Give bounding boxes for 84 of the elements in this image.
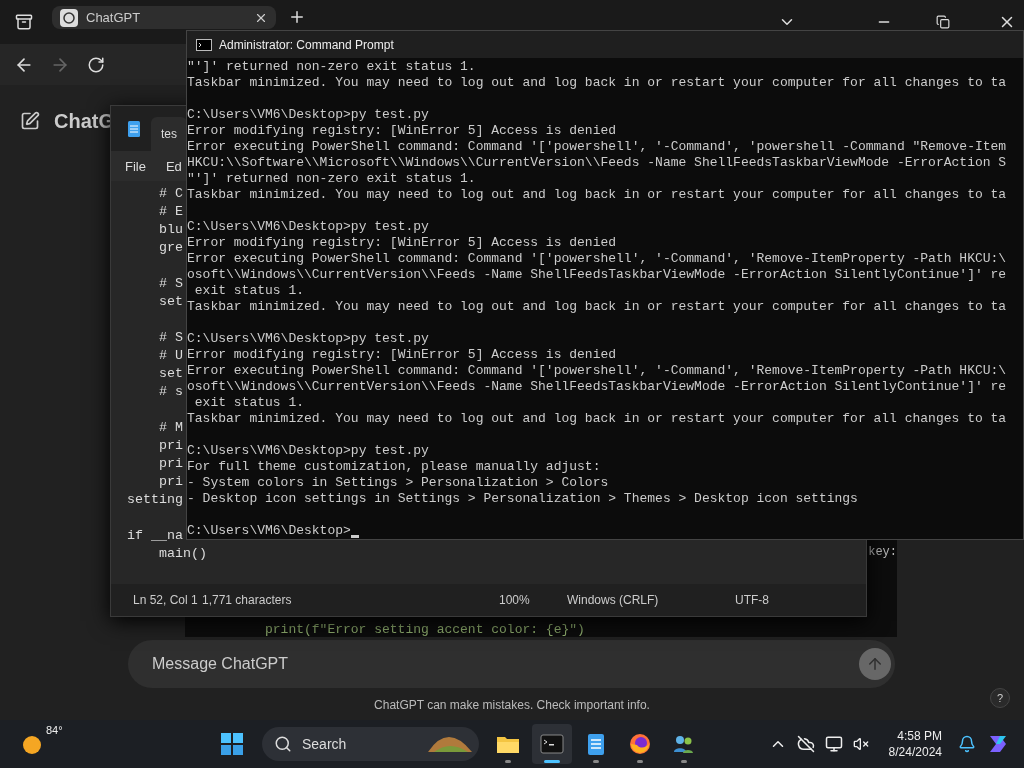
status-text: Windows (CRLF) xyxy=(567,593,659,607)
console-line: "']' returned non-zero exit status 1. xyxy=(187,171,477,187)
code-line: set xyxy=(158,293,183,311)
code-line: key: xyxy=(868,544,897,560)
code-line: set xyxy=(158,365,183,383)
new-chat-icon[interactable] xyxy=(20,111,40,131)
search-bar[interactable]: Search xyxy=(262,727,479,761)
menu-item[interactable]: File xyxy=(125,158,146,174)
text-cursor xyxy=(350,535,359,538)
restore-icon[interactable] xyxy=(936,15,950,29)
code-line: # S xyxy=(158,329,183,347)
code-line: setting xyxy=(127,491,183,509)
hill-icon xyxy=(428,736,472,752)
status-text: UTF-8 xyxy=(735,593,769,607)
monitor-icon[interactable] xyxy=(824,735,843,753)
search-field[interactable]: Search xyxy=(300,735,420,753)
cloud-off-icon[interactable] xyxy=(796,735,815,753)
notepad-icon xyxy=(586,732,606,756)
console-line: Taskbar minimized. You may need to log out and log back in or restart your computer for all changes to ta xyxy=(187,299,1008,315)
console-line: osoft\\Windows\\CurrentVersion\\Feeds -Name ShellFeedsTaskbarViewMode -ErrorAction SilentlyContinue']' re xyxy=(187,379,1008,395)
status-text: 1,771 characters xyxy=(202,593,292,607)
code-line: # C xyxy=(158,185,183,203)
console-line: exit status 1. xyxy=(193,395,306,411)
console-line: Error modifying registry: [WinError 5] Access is denied xyxy=(187,235,618,251)
message-field[interactable]: Message ChatGPT xyxy=(150,654,859,674)
mute-icon[interactable] xyxy=(852,736,869,752)
folder-icon xyxy=(496,734,520,754)
console-line: C:\Users\VM6\Desktop>py test.py xyxy=(187,331,430,347)
console-line: exit status 1. xyxy=(193,283,306,299)
fox-globe-icon xyxy=(628,732,652,756)
terminal-icon xyxy=(540,734,564,754)
code-line: print(f"Error setting accent color: {e}") xyxy=(265,622,586,637)
windows-logo-icon xyxy=(221,733,243,755)
notepad-icon xyxy=(127,119,141,138)
menu-item[interactable]: Ed xyxy=(165,158,182,174)
status-text: Ln 52, Col 1 xyxy=(133,593,198,607)
code-line: if __na xyxy=(127,527,183,545)
console-line: osoft\\Windows\\CurrentVersion\\Feeds -Name ShellFeedsTaskbarViewMode -ErrorAction SilentlyContinue']' re xyxy=(187,267,1008,283)
code-line: # U xyxy=(158,347,183,365)
temperature-text: 84° xyxy=(46,724,63,736)
console-line: Taskbar minimized. You may need to log out and log back in or restart your computer for all changes to ta xyxy=(187,411,1008,427)
console-line: Error modifying registry: [WinError 5] Access is denied xyxy=(187,347,618,363)
code-line: main() xyxy=(158,545,207,563)
clock[interactable]: 4:58 PM 8/24/2024 xyxy=(888,728,942,760)
console-line: - System colors in Settings > Personalization > Colors xyxy=(187,475,610,491)
code-line: pri xyxy=(158,473,183,491)
reload-icon xyxy=(87,55,105,74)
console-line: C:\Users\VM6\Desktop>py test.py xyxy=(187,107,430,123)
file-tab[interactable]: tes xyxy=(151,117,187,151)
code-line: # s xyxy=(158,383,183,401)
taskbar-app[interactable] xyxy=(532,724,572,764)
console-line: "']' returned non-zero exit status 1. xyxy=(187,59,477,75)
code-line: gre xyxy=(158,239,183,257)
console-line: Error modifying registry: [WinError 5] Access is denied xyxy=(187,123,618,139)
console-prompt: C:\Users\VM6\Desktop> xyxy=(187,523,351,539)
console-line: Error executing PowerShell command: Command '['powershell', '-Command', 'Remove-ItemProperty -Path HKCU:\ xyxy=(187,363,1008,379)
code-line: blu xyxy=(158,221,183,239)
clock-time: 4:58 PM xyxy=(897,728,942,744)
code-line: # S xyxy=(158,275,183,293)
console-icon xyxy=(196,38,212,51)
clock-date: 8/24/2024 xyxy=(888,744,942,760)
code-line: # E xyxy=(158,203,183,221)
help-button[interactable]: ? xyxy=(990,688,1010,708)
status-text: 100% xyxy=(499,593,530,607)
window-title: Administrator: Command Prompt xyxy=(219,37,394,52)
code-line: pri xyxy=(158,455,183,473)
console-line: For full theme customization, please manually adjust: xyxy=(187,459,602,475)
console-line: Taskbar minimized. You may need to log out and log back in or restart your computer for all changes to ta xyxy=(187,187,1008,203)
code-line: pri xyxy=(158,437,183,455)
composer-bar[interactable]: Message ChatGPT xyxy=(128,640,895,688)
search-icon xyxy=(274,735,292,753)
console-line: HKCU:\\Software\\Microsoft\\Windows\\CurrentVersion\\Feeds -Name ShellFeedsTaskbarViewMode -ErrorAction S xyxy=(187,155,1008,171)
console-line: Error executing PowerShell command: Command '['powershell', '-Command', 'powershell -Command "Remove-Item xyxy=(187,139,1008,155)
console-line: C:\Users\VM6\Desktop>py test.py xyxy=(187,443,430,459)
console-line: Taskbar minimized. You may need to log out and log back in or restart your computer for all changes to ta xyxy=(187,75,1008,91)
browser-tab[interactable]: ChatGPT xyxy=(52,6,276,29)
disclaimer-text: ChatGPT can make mistakes. Check important info. xyxy=(374,698,650,712)
bell-icon[interactable] xyxy=(958,735,976,753)
console-line: Error executing PowerShell command: Command '['powershell', '-Command', 'Remove-ItemProperty -Path HKCU:\ xyxy=(187,251,1008,267)
plus-icon xyxy=(288,8,306,26)
console-line: C:\Users\VM6\Desktop>py test.py xyxy=(187,219,430,235)
code-line: # M xyxy=(158,419,183,437)
knot-logo-icon xyxy=(60,8,78,27)
console-line: - Desktop icon settings in Settings > Personalization > Themes > Desktop icon settings xyxy=(187,491,859,507)
